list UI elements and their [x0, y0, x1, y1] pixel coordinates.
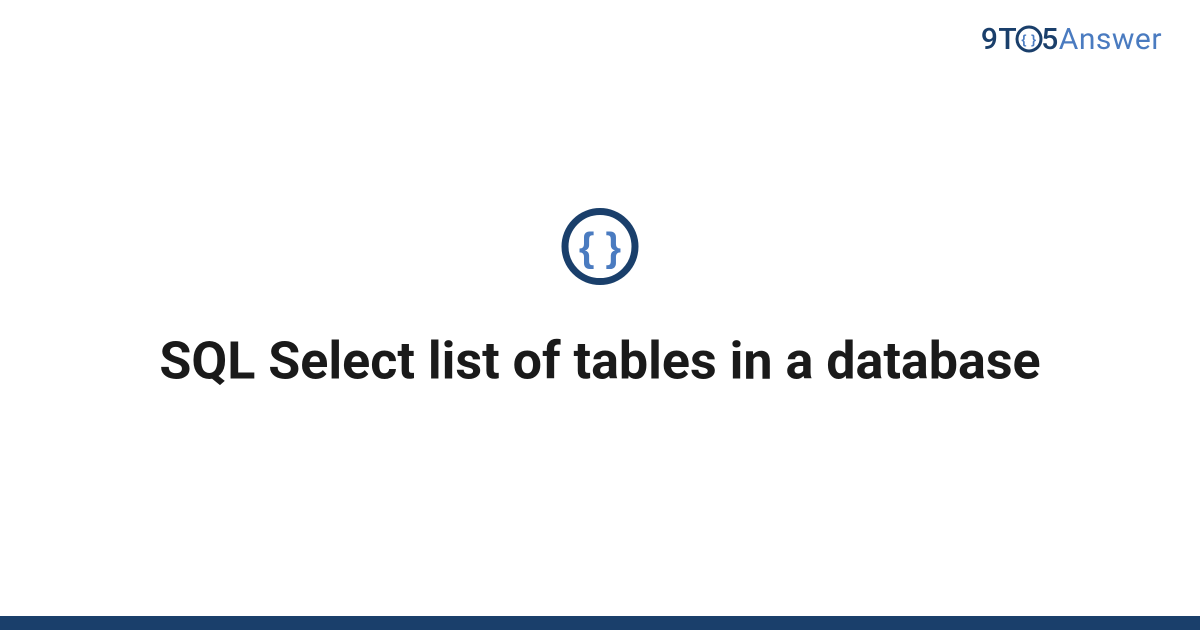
braces-icon: { }: [560, 207, 640, 291]
brand-nine: 9: [981, 22, 999, 57]
brand-o-icon: { }: [1015, 25, 1043, 53]
svg-text:{ }: { }: [579, 226, 621, 270]
main-content: { } SQL Select list of tables in a datab…: [0, 207, 1200, 394]
bottom-bar: [0, 616, 1200, 630]
svg-text:{ }: { }: [1022, 32, 1037, 47]
page-title: SQL Select list of tables in a database: [0, 329, 1200, 394]
brand-answer: Answer: [1059, 22, 1162, 57]
brand-logo: 9T { } 5Answer: [981, 22, 1162, 57]
brand-five: 5: [1041, 22, 1059, 57]
